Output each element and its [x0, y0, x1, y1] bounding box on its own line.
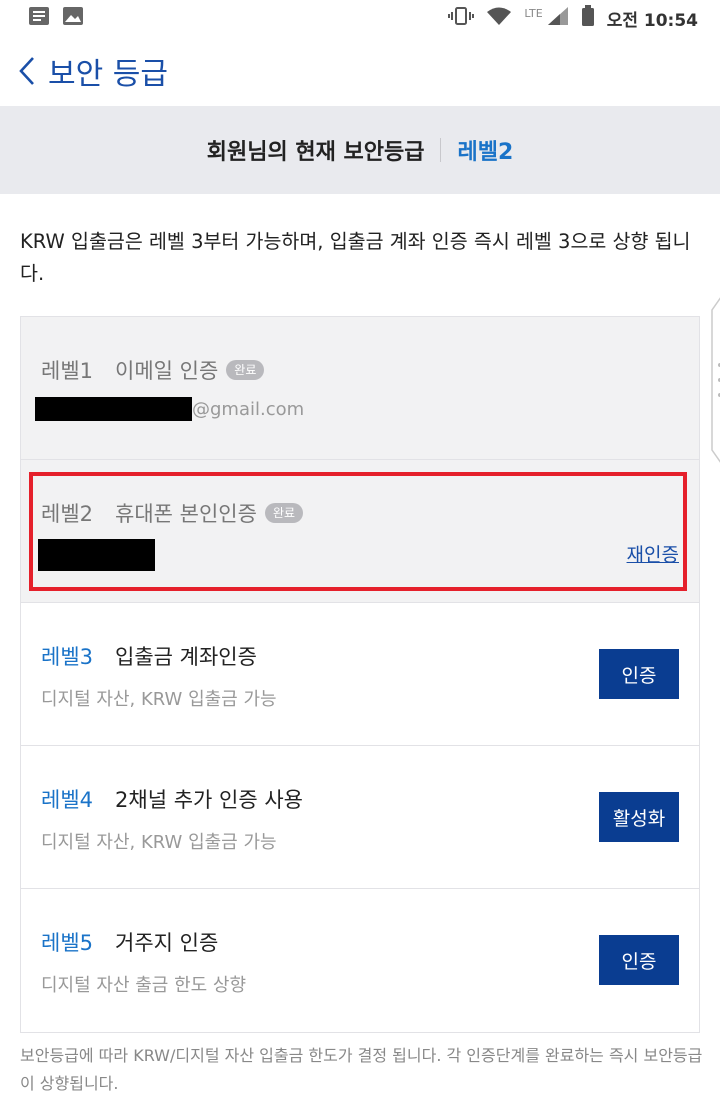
level-4-item: 레벨4 2채널 추가 인증 사용 디지털 자산, KRW 입출금 가능 활성화 [21, 746, 699, 889]
level-name: 2채널 추가 인증 사용 [115, 788, 303, 812]
status-bar: LTE 오전 10:54 [0, 0, 720, 36]
level-1-item: 레벨1 이메일 인증 완료 @gmail.com [21, 317, 699, 460]
level-description: 디지털 자산, KRW 입출금 가능 [41, 832, 277, 853]
level-3-item: 레벨3 입출금 계좌인증 디지털 자산, KRW 입출금 가능 인증 [21, 603, 699, 746]
chevron-left-icon [18, 56, 36, 86]
level-5-item: 레벨5 거주지 인증 디지털 자산 출금 한도 상향 인증 [21, 889, 699, 1032]
current-level-banner: 회원님의 현재 보안등급 레벨2 [0, 106, 720, 194]
level-number: 레벨2 [41, 502, 94, 526]
security-level-list: 레벨1 이메일 인증 완료 @gmail.com 레벨2 휴대폰 본인인증 완료… [20, 316, 700, 1033]
page-title: 보안 등급 [48, 57, 168, 92]
image-icon [62, 6, 84, 31]
level-name: 휴대폰 본인인증 [115, 502, 257, 526]
edge-panel-handle[interactable] [708, 290, 720, 470]
level-description: 디지털 자산, KRW 입출금 가능 [41, 689, 277, 710]
reverify-link[interactable]: 재인증 [627, 540, 679, 567]
level-name: 거주지 인증 [115, 931, 219, 955]
level-name: 이메일 인증 [115, 359, 219, 383]
network-type: LTE [524, 6, 543, 20]
back-button[interactable]: 보안 등급 [18, 49, 168, 93]
vibrate-icon [448, 6, 475, 31]
redacted-email [35, 397, 192, 421]
email-row: @gmail.com [35, 397, 304, 421]
level-number: 레벨5 [41, 931, 94, 955]
complete-badge: 완료 [226, 360, 265, 380]
current-level-label: 회원님의 현재 보안등급 [206, 140, 425, 165]
complete-badge: 완료 [264, 503, 304, 523]
notice-text: KRW 입출금은 레벨 3부터 가능하며, 입출금 계좌 인증 즉시 레벨 3으… [20, 230, 691, 285]
redacted-phone [38, 539, 155, 571]
battery-icon [581, 4, 595, 32]
level-number: 레벨3 [41, 645, 94, 669]
level-number: 레벨4 [41, 788, 94, 812]
level-number: 레벨1 [41, 359, 94, 383]
level-description: 디지털 자산 출금 한도 상향 [41, 975, 247, 996]
notes-icon [28, 6, 50, 31]
footer-note: 보안등급에 따라 KRW/디지털 자산 입출금 한도가 결정 됩니다. 각 인증… [20, 1046, 703, 1093]
verify-account-button[interactable]: 인증 [599, 649, 679, 699]
app-bar: 보안 등급 [0, 36, 720, 106]
level-2-item: 레벨2 휴대폰 본인인증 완료 재인증 [21, 460, 699, 603]
divider [440, 138, 442, 162]
activate-2channel-button[interactable]: 활성화 [599, 792, 679, 842]
signal-icon [547, 6, 569, 31]
current-level-value: 레벨2 [457, 140, 514, 165]
level-name: 입출금 계좌인증 [115, 645, 257, 669]
clock: 오전 10:54 [606, 10, 698, 31]
email-domain: @gmail.com [192, 398, 305, 420]
verify-address-button[interactable]: 인증 [599, 935, 679, 985]
wifi-icon [486, 6, 512, 31]
